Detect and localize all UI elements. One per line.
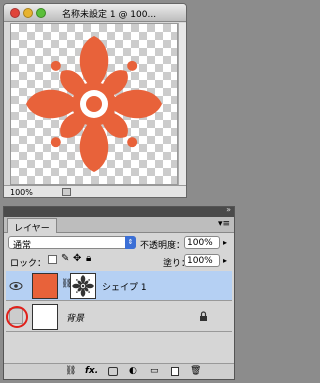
close-button[interactable] [10,8,20,18]
document-window: 名称未設定 1 @ 100... 100% [3,3,187,198]
mask-shape-icon [72,275,94,297]
status-menu-icon[interactable] [62,188,71,196]
trash-icon[interactable]: 🗑︎ [190,366,201,376]
layer-name[interactable]: 背景 [66,311,84,324]
lock-move-icon[interactable]: ✥ [73,253,81,264]
background-thumbnail[interactable] [32,304,58,330]
fill-value: 100% [187,256,213,266]
vector-mask-thumbnail[interactable] [70,273,96,299]
lock-transparent-icon[interactable] [48,255,57,264]
fill-input[interactable]: 100% [184,254,220,267]
tab-row: レイヤー ▾≡ [4,217,234,234]
layer-color-thumbnail[interactable] [32,273,58,299]
link-layers-icon[interactable]: ⛓ [65,366,76,376]
blend-mode-value: 通常 [13,241,32,251]
minimize-button[interactable] [23,8,33,18]
fx-icon[interactable]: fx. [85,366,98,376]
opacity-label: 不透明度： [140,241,186,251]
chevron-down-icon: ⇕ [125,236,136,249]
panel-menu-icon[interactable]: ▾≡ [218,219,230,229]
panel-footer: ⛓ fx. ◐ ▭ 🗑︎ [4,363,234,379]
window-title: 名称未設定 1 @ 100... [62,10,157,20]
new-layer-icon[interactable] [171,367,179,376]
lock-paint-icon[interactable]: ✎ [61,253,69,264]
layer-row-background[interactable]: 背景 [6,302,232,332]
folder-icon[interactable]: ▭ [150,366,159,376]
panel-collapse-icon[interactable]: » [226,205,231,214]
zoom-level[interactable]: 100% [10,188,33,197]
layer-row-shape[interactable]: ⛓ シェイプ 1 [6,271,232,301]
blend-mode-select[interactable]: 通常 ⇕ [8,236,136,251]
fill-arrow-icon[interactable]: ▸ [223,256,227,265]
opacity-arrow-icon[interactable]: ▸ [223,238,227,247]
canvas[interactable] [10,23,178,185]
tab-layers[interactable]: レイヤー [7,218,57,234]
vertical-scrollbar[interactable] [178,23,186,185]
panel-header: » [4,205,234,217]
status-bar: 100% [4,185,186,197]
layers-panel: » レイヤー ▾≡ 通常 ⇕ 不透明度： 100% ▸ ロック： ✎ ✥ 🔒︎ … [3,205,235,380]
lock-label: ロック： [10,259,47,269]
lock-icon [200,311,207,321]
zoom-button[interactable] [36,8,46,18]
layer-name[interactable]: シェイプ 1 [102,280,147,293]
flower-shape [26,36,162,172]
lock-all-icon[interactable]: 🔒︎ [86,253,91,264]
eye-icon[interactable] [8,276,24,296]
mask-icon[interactable] [108,367,118,376]
title-bar: 名称未設定 1 @ 100... [4,4,186,22]
highlight-circle [6,306,28,328]
opacity-value: 100% [187,238,213,248]
adjustment-icon[interactable]: ◐ [129,366,137,376]
opacity-input[interactable]: 100% [184,236,220,249]
